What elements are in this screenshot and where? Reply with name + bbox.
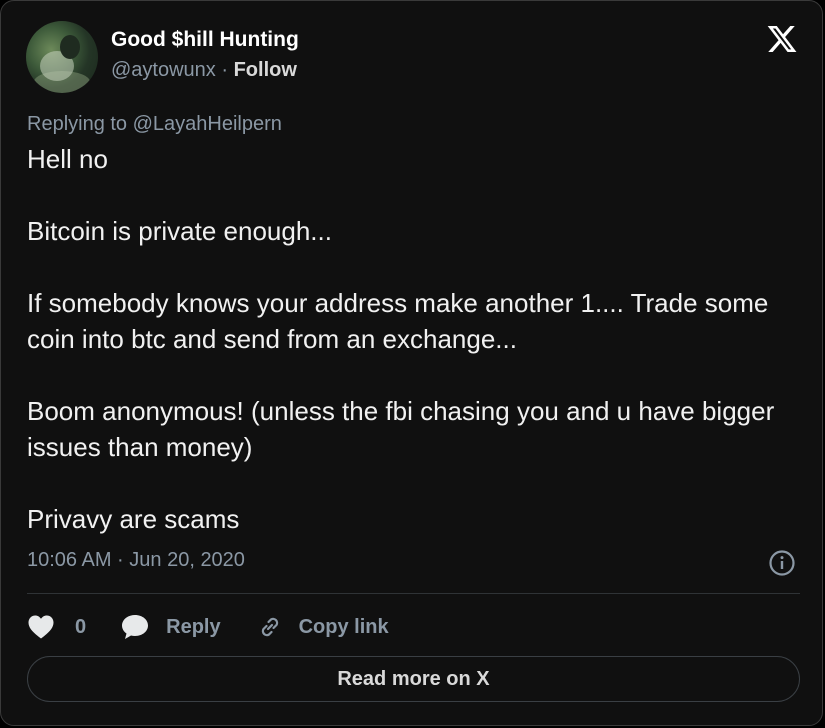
tweet-embed-card: Good $hill Hunting @aytowunx · Follow Re…	[0, 0, 823, 726]
speech-bubble-icon	[122, 615, 149, 639]
read-more-label: Read more on X	[337, 667, 490, 690]
tweet-paragraph: Hell no	[27, 144, 108, 174]
replying-to[interactable]: Replying to @LayahHeilpern	[27, 113, 282, 136]
tweet-paragraph: Bitcoin is private enough...	[27, 216, 332, 246]
tweet-paragraph: Privavy are scams	[27, 504, 240, 534]
author-display-name[interactable]: Good $hill Hunting	[111, 28, 299, 52]
action-bar: 0 Reply Copy link	[27, 611, 389, 643]
avatar[interactable]	[26, 21, 98, 93]
like-button[interactable]: 0	[27, 614, 86, 640]
tweet-timestamp[interactable]: 10:06 AM · Jun 20, 2020	[27, 549, 245, 572]
follow-button[interactable]: Follow	[234, 59, 297, 81]
info-icon[interactable]	[768, 549, 796, 577]
reply-label: Reply	[166, 615, 221, 638]
handle-separator: ·	[221, 59, 229, 81]
copy-link-label: Copy link	[298, 615, 389, 638]
author-handle-line: @aytowunx · Follow	[111, 59, 297, 82]
tweet-paragraph: Boom anonymous! (unless the fbi chasing …	[27, 396, 775, 462]
link-icon	[261, 617, 278, 637]
tweet-paragraph: If somebody knows your address make anot…	[27, 288, 769, 354]
x-logo-icon[interactable]	[765, 23, 799, 55]
read-more-button[interactable]: Read more on X	[27, 656, 800, 702]
heart-icon	[28, 615, 54, 639]
divider	[27, 593, 800, 594]
tweet-text: Hell no Bitcoin is private enough... If …	[27, 141, 807, 537]
like-count: 0	[75, 615, 87, 638]
author-handle[interactable]: @aytowunx	[111, 59, 216, 81]
copy-link-button[interactable]: Copy link	[257, 614, 389, 640]
reply-button[interactable]: Reply	[120, 613, 221, 641]
